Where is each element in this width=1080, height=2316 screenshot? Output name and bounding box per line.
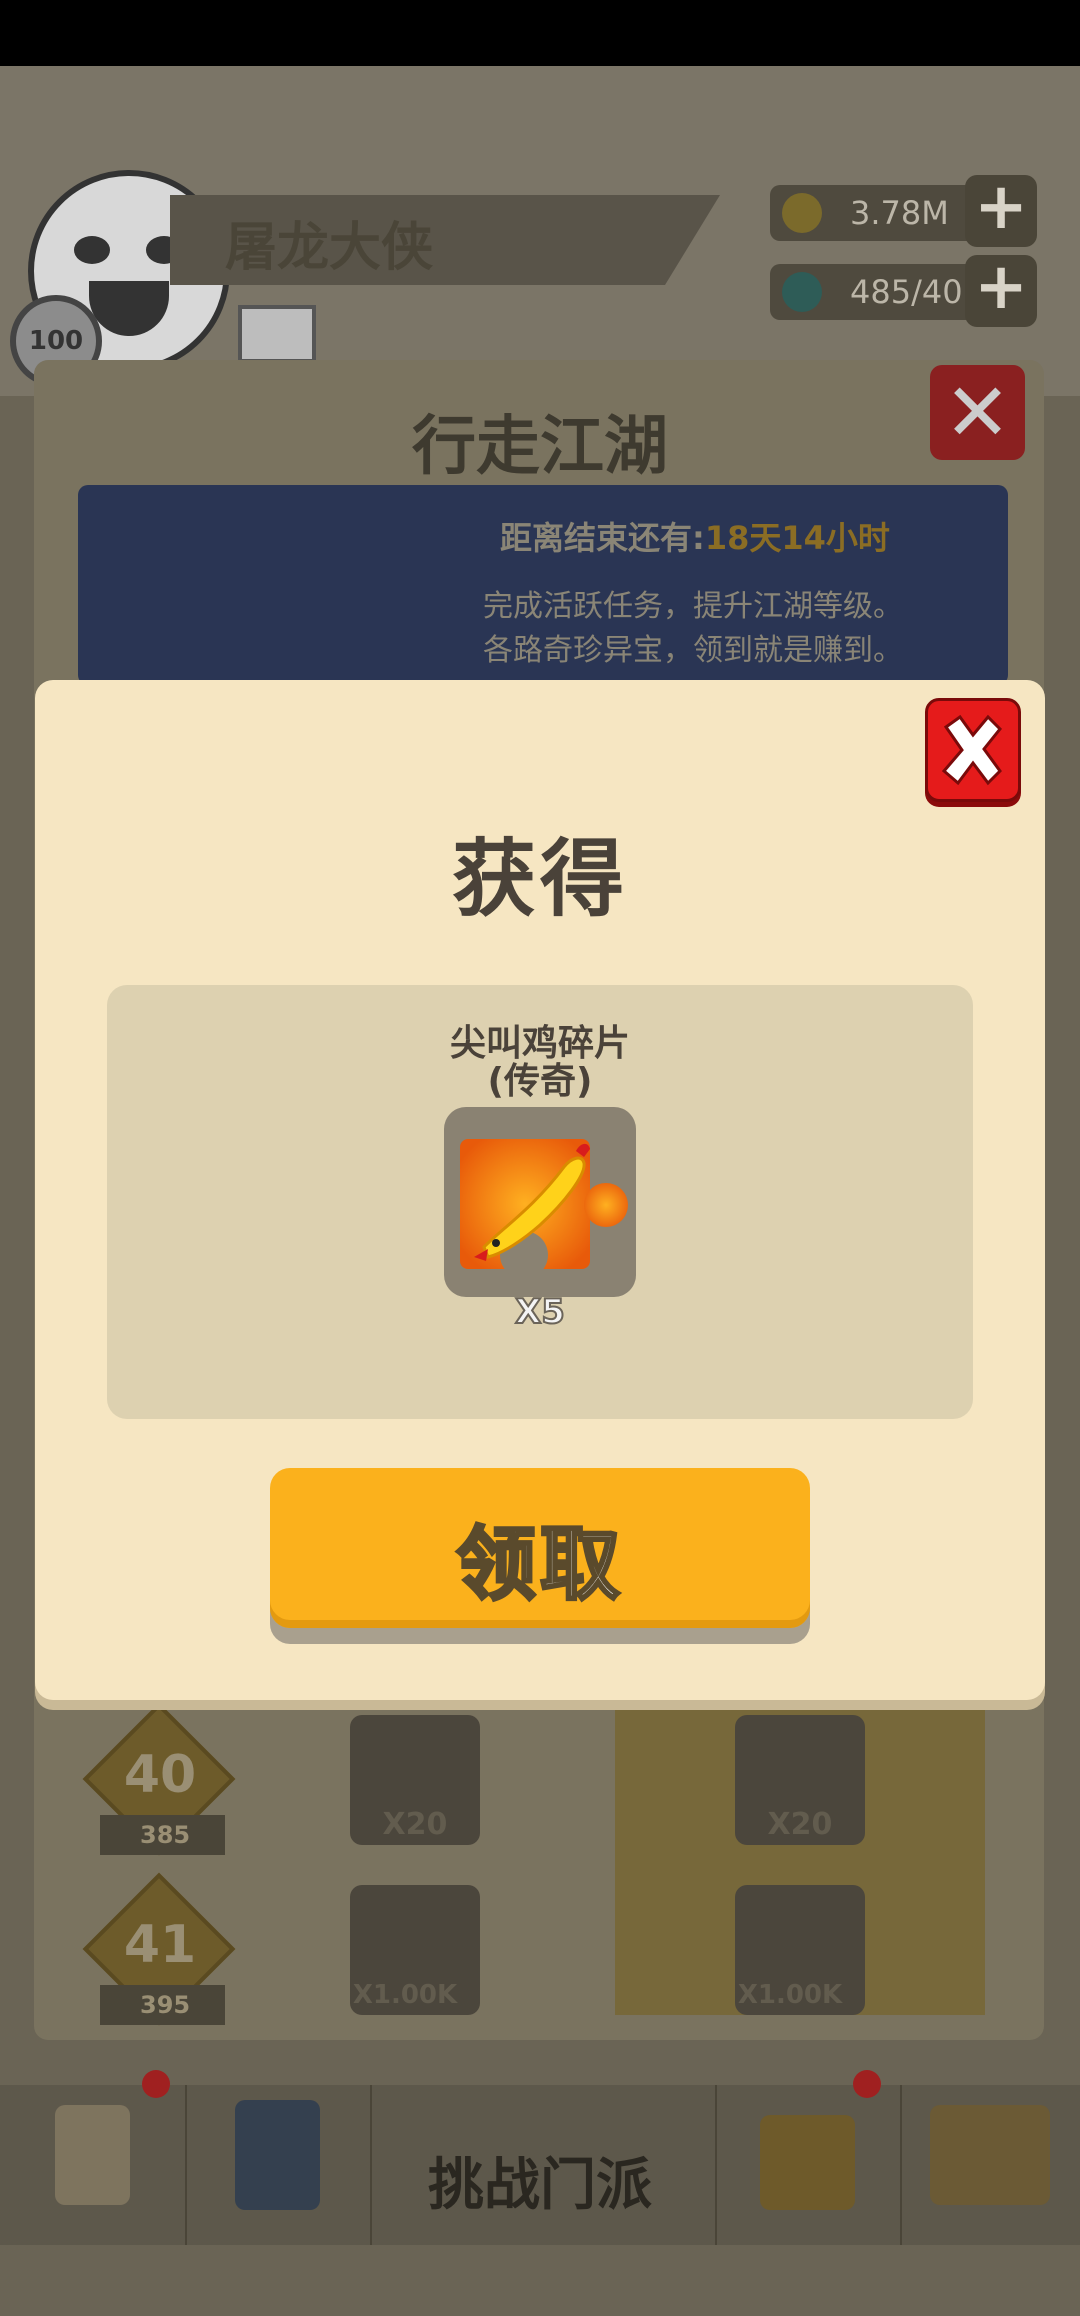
gold-value: 3.78M	[850, 194, 949, 232]
free-reward-qty: X1.00K	[352, 1980, 458, 2010]
event-countdown: 距离结束还有:18天14小时	[500, 513, 890, 559]
reward-row: 41 395 X1.00K X1.00K	[80, 1872, 980, 2055]
treasure-icon	[930, 2105, 1050, 2205]
dialog-title: 获得	[451, 830, 628, 928]
item-rarity: (传奇)	[487, 1061, 593, 1102]
status-bar	[0, 0, 1080, 66]
row-fire-value: 385	[100, 1815, 225, 1855]
tab-tasks[interactable]	[0, 2085, 187, 2245]
challenge-tab-label: 挑战门派	[428, 2153, 652, 2218]
tab-training[interactable]	[185, 2085, 372, 2245]
close-icon	[941, 714, 1003, 786]
item-name: 尖叫鸡碎片 (传奇)	[385, 1025, 695, 1101]
item-name-line: 尖叫鸡碎片	[449, 1023, 630, 1064]
countdown-label: 距离结束还有:	[500, 519, 705, 557]
tab-building[interactable]	[715, 2085, 902, 2245]
reward-row: 40 385 X20 X20	[80, 1702, 980, 1885]
scroll-icon	[55, 2105, 130, 2205]
book-icon	[235, 2100, 320, 2210]
plus-icon: +	[974, 250, 1028, 324]
paid-reward-qty: X1.00K	[737, 1980, 843, 2010]
panel-close-button[interactable]: ✕	[930, 365, 1025, 460]
event-title: 行走江湖	[412, 410, 668, 484]
row-level: 41	[123, 1915, 197, 1975]
reward-item[interactable]	[444, 1107, 636, 1297]
row-level: 40	[123, 1745, 197, 1805]
mail-icon[interactable]	[238, 305, 316, 363]
gate-icon	[760, 2115, 855, 2210]
gem-icon	[782, 272, 822, 312]
paid-reward-qty: X20	[767, 1807, 833, 1842]
gold-coin-icon	[782, 193, 822, 233]
tab-collect[interactable]	[900, 2085, 1080, 2245]
claim-button[interactable]: 领取	[270, 1468, 810, 1628]
plus-icon: +	[974, 170, 1028, 244]
countdown-value: 18天14小时	[704, 519, 890, 557]
add-gold-button[interactable]: +	[965, 175, 1037, 247]
desc-line: 各路奇珍异宝，领到就是赚到。	[483, 633, 903, 668]
free-reward-qty: X20	[382, 1807, 448, 1842]
player-name: 屠龙大侠	[225, 218, 434, 278]
item-quantity: X5	[514, 1291, 566, 1333]
close-button[interactable]	[925, 698, 1021, 802]
row-fire-value: 395	[100, 1985, 225, 2025]
gem-value: 485/40	[850, 273, 963, 311]
event-description: 完成活跃任务，提升江湖等级。 各路奇珍异宝，领到就是赚到。	[483, 585, 903, 673]
notification-dot	[142, 2070, 170, 2098]
claim-button-label: 领取	[455, 1517, 624, 1613]
notification-dot	[853, 2070, 881, 2098]
avatar-eye-icon	[74, 236, 110, 264]
avatar-mouth-icon	[89, 281, 169, 336]
add-gem-button[interactable]: +	[965, 255, 1037, 327]
desc-line: 完成活跃任务，提升江湖等级。	[483, 589, 903, 624]
close-icon: ✕	[943, 366, 1012, 459]
screaming-chicken-icon	[460, 1139, 628, 1279]
